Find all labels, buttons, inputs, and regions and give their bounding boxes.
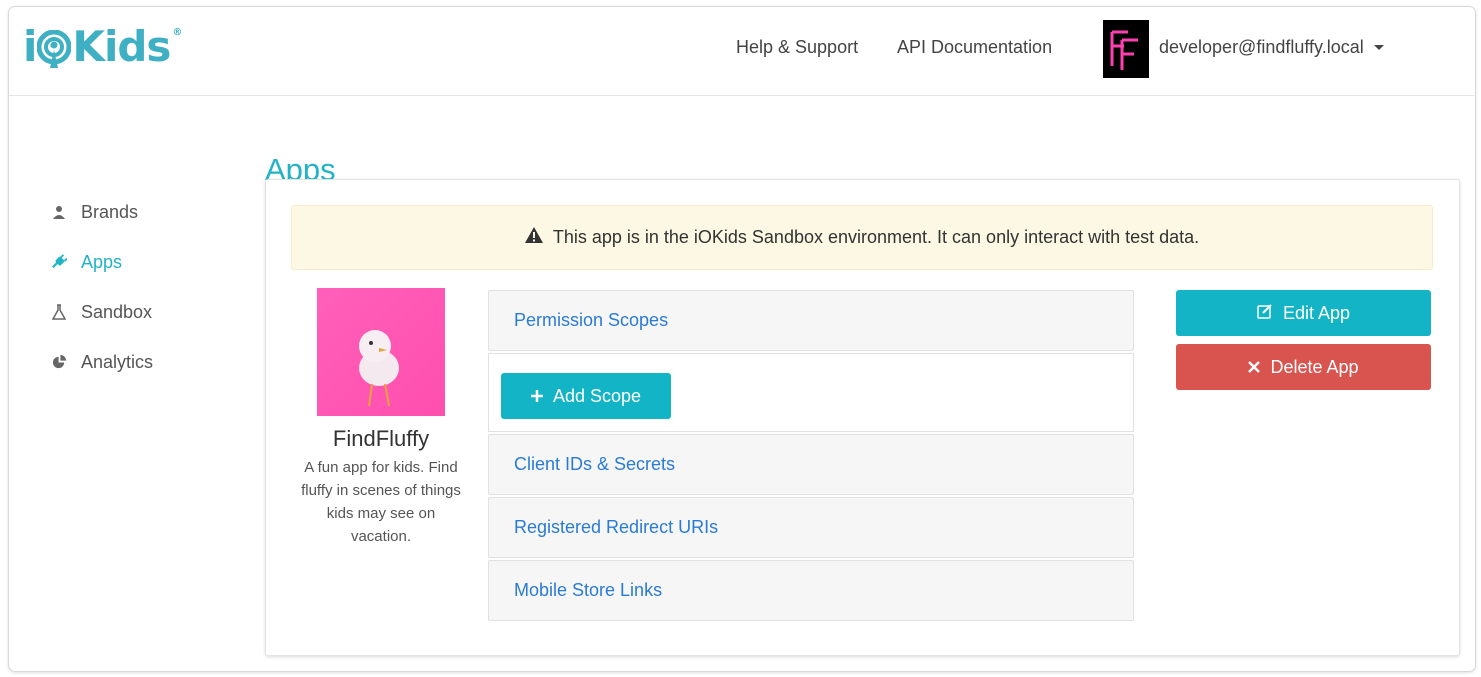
sidebar: Brands Apps Sandbox Analytics [51, 187, 251, 387]
permission-scopes-body: Add Scope [488, 353, 1134, 432]
app-card: FindFluffy A fun app for kids. Find fluf… [291, 288, 471, 548]
plug-icon [51, 254, 67, 270]
sidebar-item-label: Apps [81, 251, 123, 272]
app-icon-image [317, 288, 445, 416]
user-menu[interactable]: developer@findfluffy.local [1159, 37, 1384, 58]
add-scope-label: Add Scope [552, 385, 642, 406]
wifi-person-icon [36, 29, 72, 68]
app-name: FindFluffy [332, 426, 430, 451]
warning-icon [524, 227, 543, 248]
plus-icon [530, 386, 543, 407]
edit-app-button[interactable]: Edit App [1176, 290, 1431, 336]
sidebar-item-label: Analytics [81, 351, 154, 372]
top-header: i Kids ® Help & Support API Documentatio… [9, 7, 1475, 96]
sidebar-item-label: Sandbox [81, 301, 153, 322]
registered-mark: ® [172, 26, 182, 38]
avatar[interactable] [1103, 20, 1149, 78]
add-scope-button[interactable]: Add Scope [501, 373, 671, 419]
app-description: A fun app for kids. Find fluffy in scene… [301, 459, 461, 545]
user-icon [51, 204, 67, 220]
app-settings-accordion: Permission Scopes Add Scope Client IDs &… [488, 290, 1136, 623]
edit-icon [1257, 303, 1273, 324]
flask-icon [51, 304, 67, 320]
close-icon [1248, 357, 1261, 378]
delete-app-button[interactable]: Delete App [1176, 344, 1431, 390]
pie-chart-icon [51, 354, 67, 370]
user-email: developer@findfluffy.local [1159, 37, 1364, 57]
sidebar-item-sandbox[interactable]: Sandbox [51, 287, 251, 337]
client-ids-secrets-header[interactable]: Client IDs & Secrets [488, 434, 1134, 495]
browser-frame: i Kids ® Help & Support API Documentatio… [8, 6, 1476, 672]
mobile-store-links-header[interactable]: Mobile Store Links [488, 560, 1134, 621]
sidebar-item-label: Brands [81, 201, 139, 222]
iokids-logo[interactable]: i Kids ® [23, 21, 182, 71]
sidebar-item-brands[interactable]: Brands [51, 187, 251, 237]
sidebar-item-analytics[interactable]: Analytics [51, 337, 251, 387]
chevron-down-icon [1373, 45, 1384, 50]
help-support-link[interactable]: Help & Support [736, 37, 858, 58]
edit-app-label: Edit App [1282, 302, 1351, 323]
logo-letters-kids: Kids [72, 21, 171, 71]
alert-text: This app is in the iOKids Sandbox enviro… [552, 227, 1200, 247]
sidebar-item-apps[interactable]: Apps [51, 237, 251, 287]
logo-letter-i: i [23, 21, 37, 71]
app-panel: This app is in the iOKids Sandbox enviro… [265, 179, 1460, 656]
redirect-uris-header[interactable]: Registered Redirect URIs [488, 497, 1134, 558]
permission-scopes-header[interactable]: Permission Scopes [488, 290, 1134, 351]
api-documentation-link[interactable]: API Documentation [897, 37, 1052, 58]
delete-app-label: Delete App [1270, 356, 1359, 377]
sandbox-alert: This app is in the iOKids Sandbox enviro… [291, 205, 1433, 270]
